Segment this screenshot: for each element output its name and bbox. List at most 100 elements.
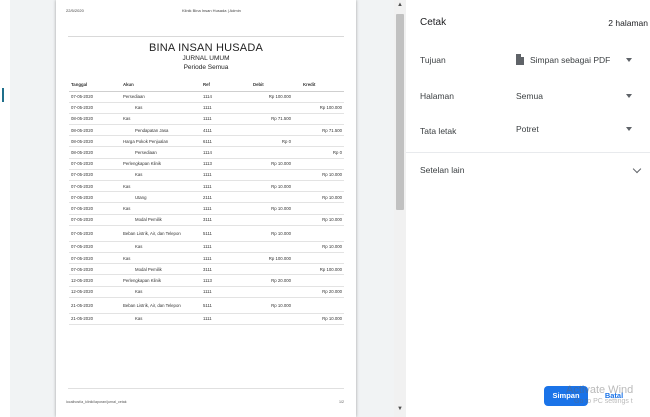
debit-cell: Rp 20.000 xyxy=(243,274,293,287)
table-row: 21-05-2020 Beban Listrik, Air, dan Telepo… xyxy=(69,297,344,314)
print-preview-area: 22/5/2020 Klinik Bina Insan Husada | Adm… xyxy=(10,0,394,417)
credit-cell: Rp 10.000 xyxy=(293,169,344,182)
ref-cell: 6111 xyxy=(201,135,243,148)
credit-cell: Rp 0 xyxy=(293,146,344,159)
date-cell: 07-05-2020 xyxy=(69,263,121,276)
print-settings-panel: Cetak 2 halaman Tujuan Simpan sebagai PD… xyxy=(406,0,650,417)
table-row: 07-05-2020 Kas 1111 Rp 10.000 xyxy=(69,169,344,182)
ref-cell: 1114 xyxy=(201,146,243,159)
settings-divider xyxy=(406,152,650,153)
credit-cell xyxy=(293,91,344,103)
header-title: Klinik Bina Insan Husada | Admin xyxy=(182,8,241,13)
pages-value: Semua xyxy=(516,91,543,101)
debit-cell xyxy=(243,241,293,253)
date-cell: 12-05-2020 xyxy=(69,274,121,287)
column-header: Tanggal xyxy=(69,79,121,92)
date-cell: 08-05-2020 xyxy=(69,124,121,137)
credit-cell xyxy=(293,225,344,242)
ref-cell: 1111 xyxy=(201,102,243,114)
debit-cell: Rp 71.500 xyxy=(243,113,293,126)
account-cell: Pendapatan Jasa xyxy=(121,124,201,137)
table-row: 07-05-2020 Kas 1111 Rp 100.000 xyxy=(69,102,344,114)
date-cell: 07-05-2020 xyxy=(69,191,121,204)
credit-cell: Rp 10.000 xyxy=(293,191,344,204)
ref-cell: 1113 xyxy=(201,158,243,170)
debit-cell xyxy=(243,102,293,114)
company-name: BINA INSAN HUSADA xyxy=(148,42,264,54)
ref-cell: 5111 xyxy=(201,225,243,242)
credit-cell: Rp 71.500 xyxy=(293,124,344,137)
activation-watermark: Activate Wind xyxy=(566,384,634,396)
credit-cell: Rp 20.000 xyxy=(293,286,344,298)
ref-cell: 4111 xyxy=(201,124,243,137)
destination-label: Tujuan xyxy=(420,55,446,65)
debit-cell: Rp 100.000 xyxy=(243,91,293,103)
table-row: 08-05-2020 Persediaan 1114 Rp 0 xyxy=(69,146,344,159)
footer-divider xyxy=(68,388,344,389)
credit-cell xyxy=(293,180,344,193)
table-row: 07-05-2020 Kas 1111 Rp 10.000 xyxy=(69,180,344,193)
column-header: Akun xyxy=(121,79,201,92)
column-header: Kredit xyxy=(293,79,344,92)
date-cell: 07-05-2020 xyxy=(69,169,121,182)
debit-cell: Rp 0 xyxy=(243,135,293,148)
date-cell: 08-05-2020 xyxy=(69,113,121,126)
table-row: 12-05-2020 Kas 1111 Rp 20.000 xyxy=(69,286,344,298)
ref-cell: 2111 xyxy=(201,191,243,204)
chevron-down-icon xyxy=(626,94,632,98)
debit-cell xyxy=(243,313,293,325)
date-cell: 07-05-2020 xyxy=(69,102,121,114)
table-row: 07-05-2020 Modal Pemilik 3111 Rp 100.000 xyxy=(69,263,344,276)
date-cell: 08-05-2020 xyxy=(69,135,121,148)
account-cell: Perlengkapan Klinik xyxy=(121,274,201,287)
table-row: 07-05-2020 Beban Listrik, Air, dan Telepo… xyxy=(69,225,344,242)
credit-cell xyxy=(293,274,344,287)
account-cell: Kas xyxy=(121,102,201,114)
table-row: 12-05-2020 Perlengkapan Klinik 1113 Rp 20.0… xyxy=(69,274,344,287)
ref-cell: 1111 xyxy=(201,313,243,325)
footer-page-number: 1/2 xyxy=(339,400,344,404)
account-cell: Persediaan xyxy=(121,146,201,159)
debit-cell xyxy=(243,124,293,137)
account-cell: Kas xyxy=(121,241,201,253)
page-count: 2 halaman xyxy=(608,18,648,28)
ref-cell: 1111 xyxy=(201,113,243,126)
ref-cell: 1111 xyxy=(201,202,243,215)
table-row: 08-05-2020 Pendapatan Jasa 4111 Rp 71.500 xyxy=(69,124,344,137)
report-period: Periode Semua xyxy=(183,64,229,71)
credit-cell xyxy=(293,297,344,314)
account-cell: Kas xyxy=(121,313,201,325)
debit-cell: Rp 10.000 xyxy=(243,158,293,170)
debit-cell xyxy=(243,263,293,276)
table-row: 21-05-2020 Kas 1111 Rp 10.000 xyxy=(69,313,344,325)
table-row: 07-05-2020 Kas 1111 Rp 100.000 xyxy=(69,252,344,265)
credit-cell xyxy=(293,113,344,126)
account-cell: Beban Listrik, Air, dan Telepon xyxy=(121,225,201,242)
credit-cell: Rp 10.000 xyxy=(293,241,344,253)
ref-cell: 1111 xyxy=(201,286,243,298)
scrollbar-thumb[interactable] xyxy=(396,14,404,210)
scroll-up-arrow-icon[interactable]: ▲ xyxy=(397,2,403,8)
date-cell: 07-05-2020 xyxy=(69,252,121,265)
ref-cell: 1114 xyxy=(201,91,243,103)
account-cell: Beban Listrik, Air, dan Telepon xyxy=(121,297,201,314)
ref-cell: 3111 xyxy=(201,214,243,226)
left-edge xyxy=(0,0,10,417)
table-header-row: Tanggal Akun Ref Debit Kredit xyxy=(69,79,344,92)
expand-chevron-icon[interactable] xyxy=(632,164,642,174)
date-cell: 07-05-2020 xyxy=(69,202,121,215)
destination-select[interactable]: Simpan sebagai PDF xyxy=(512,49,638,73)
column-header: Debit xyxy=(243,79,293,92)
ref-cell: 1113 xyxy=(201,274,243,287)
date-cell: 21-05-2020 xyxy=(69,297,121,314)
date-cell: 12-05-2020 xyxy=(69,286,121,298)
account-cell: Perlengkapan Klinik xyxy=(121,158,201,170)
footer-url: localhost/a_klinik/laporan/jurnal_cetak xyxy=(66,400,127,404)
scroll-down-arrow-icon[interactable]: ▼ xyxy=(397,406,403,412)
more-settings-toggle[interactable]: Setelan lain xyxy=(420,165,464,175)
layout-select[interactable]: Potret xyxy=(512,118,638,142)
pages-select[interactable]: Semua xyxy=(512,85,638,109)
table-row: 07-05-2020 Utang 2111 Rp 10.000 xyxy=(69,191,344,204)
destination-value: Simpan sebagai PDF xyxy=(530,55,611,65)
credit-cell: Rp 10.000 xyxy=(293,313,344,325)
